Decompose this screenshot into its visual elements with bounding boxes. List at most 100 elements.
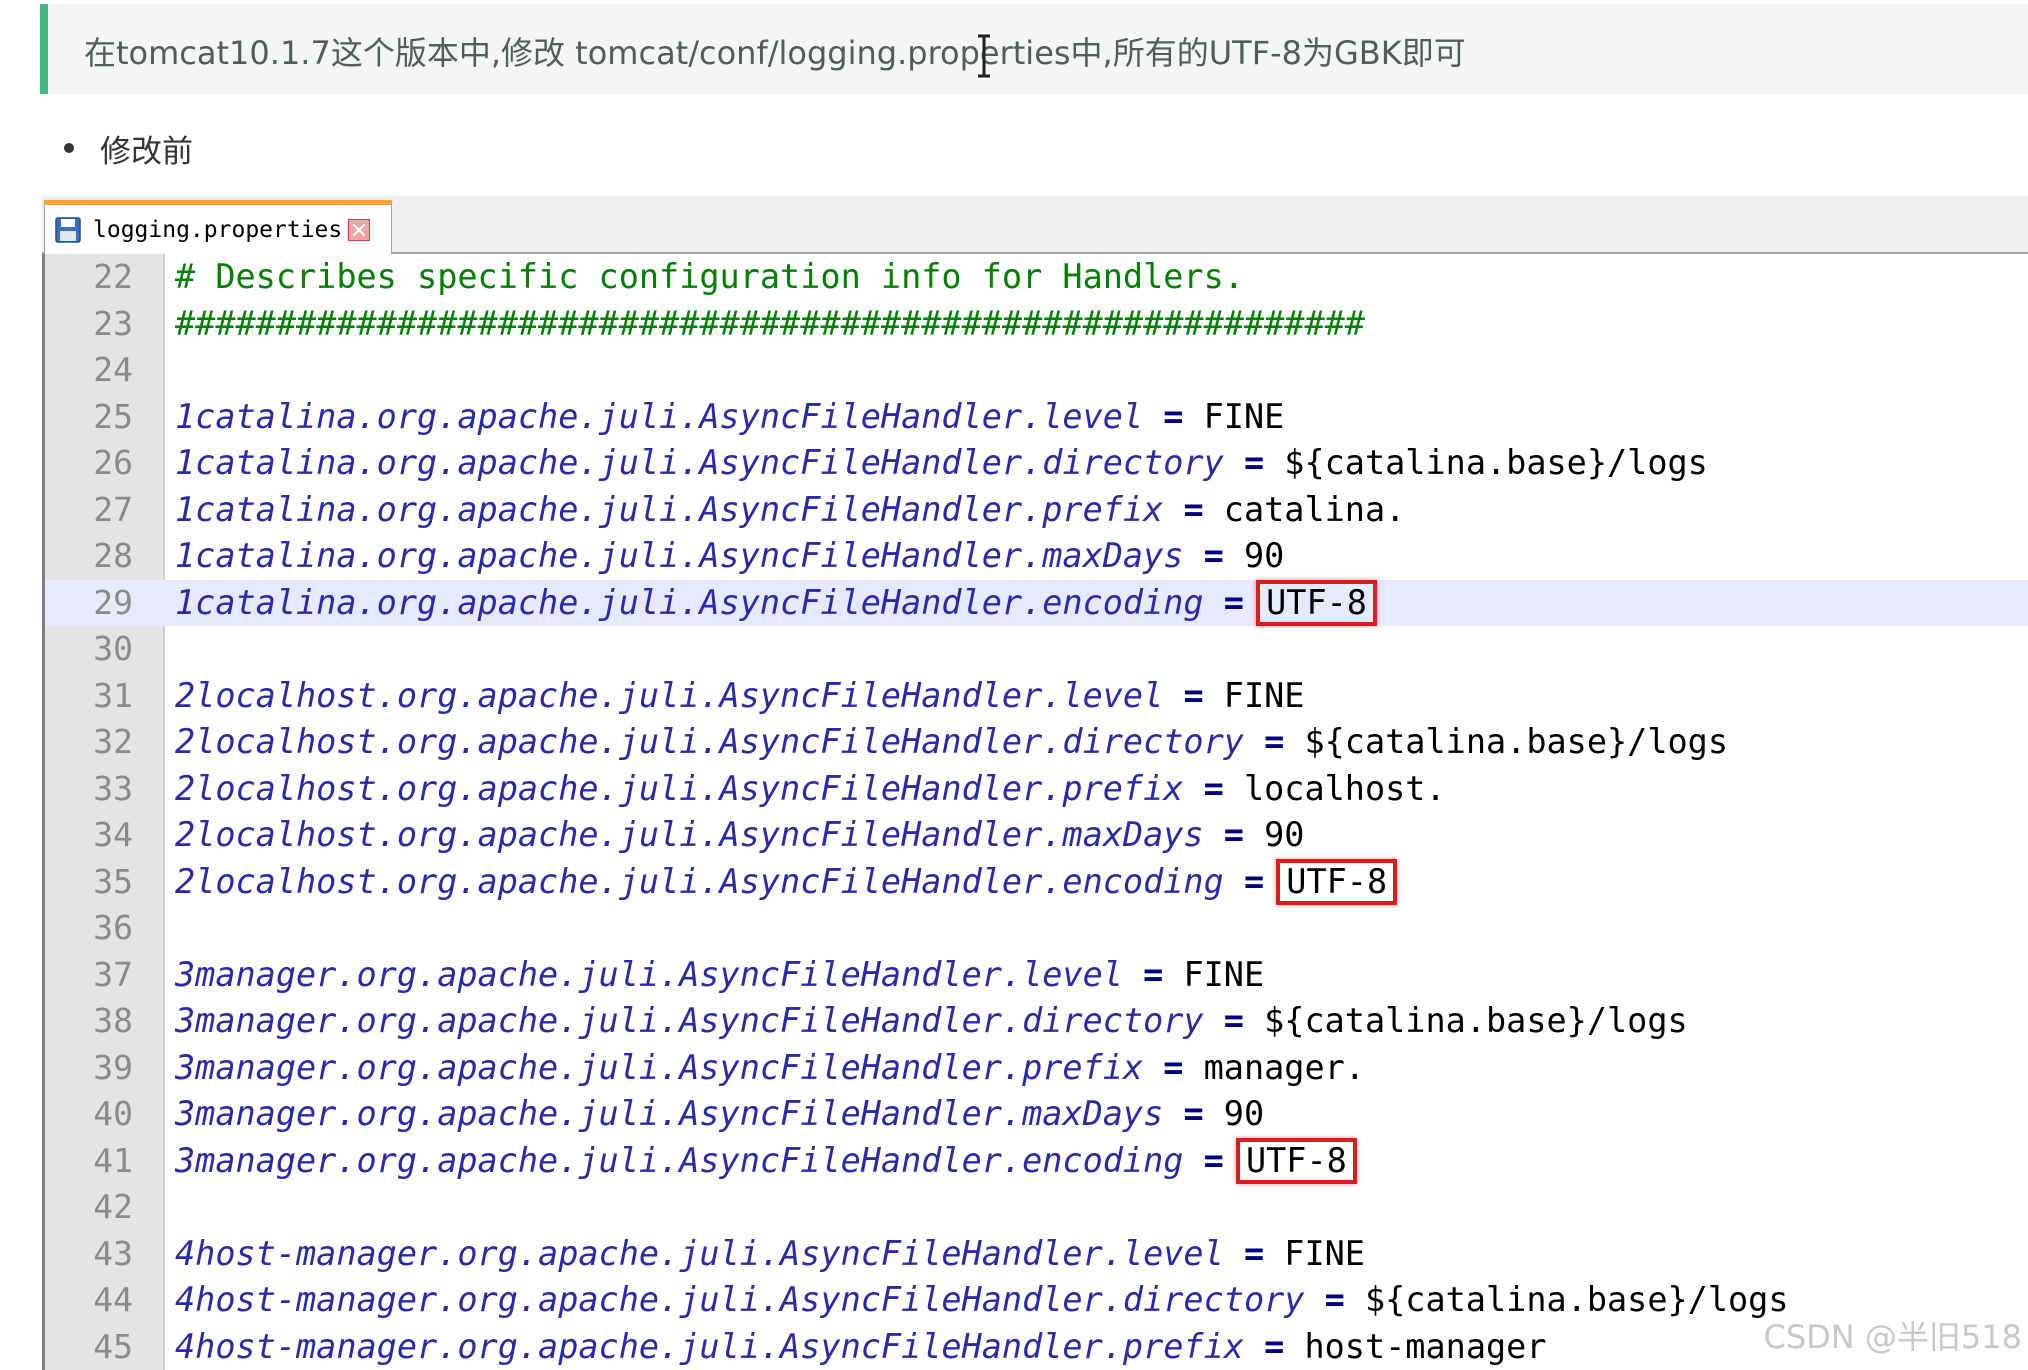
code-line[interactable]: 24 — [45, 347, 2028, 394]
tab-bar: logging.properties — [42, 196, 2028, 254]
equals-operator: = — [1223, 861, 1285, 901]
equals-operator: = — [1203, 1001, 1265, 1040]
property-value: FINE — [1203, 396, 1285, 436]
tip-banner: 在tomcat10.1.7这个版本中,修改 tomcat/conf/loggin… — [40, 4, 2028, 94]
code-line[interactable]: 40 3manager.org.apache.juli.AsyncFileHand… — [45, 1091, 2028, 1138]
code-line[interactable]: 36 — [45, 905, 2028, 952]
line-number: 26 — [93, 443, 133, 482]
code-lines: 22 # Describes specific configuration inf… — [45, 254, 2028, 1370]
property-value: catalina. — [1223, 489, 1406, 529]
bullet-dot-icon — [64, 143, 74, 153]
equals-operator: = — [1143, 1047, 1204, 1087]
property-key: 3manager.org.apache.juli.AsyncFileHandle… — [175, 1047, 1144, 1087]
line-content: 1catalina.org.apache.juli.AsyncFileHandl… — [175, 579, 1377, 627]
code-line[interactable]: 44 4host-manager.org.apache.juli.AsyncFil… — [45, 1277, 2028, 1324]
tip-text: 在tomcat10.1.7这个版本中,修改 tomcat/conf/loggin… — [84, 34, 1466, 72]
equals-operator: = — [1243, 1326, 1305, 1366]
line-number: 32 — [93, 722, 133, 761]
text-cursor-icon — [978, 34, 990, 78]
property-value: host-manager — [1304, 1326, 1547, 1366]
code-line[interactable]: 37 3manager.org.apache.juli.AsyncFileHand… — [45, 952, 2028, 999]
code-line[interactable]: 31 2localhost.org.apache.juli.AsyncFileHa… — [45, 673, 2028, 720]
property-key: 2localhost.org.apache.juli.AsyncFileHand… — [175, 768, 1184, 808]
code-line[interactable]: 45 4host-manager.org.apache.juli.AsyncFil… — [45, 1324, 2028, 1370]
highlighted-encoding-value: UTF-8 — [1256, 579, 1377, 626]
code-line[interactable]: 39 3manager.org.apache.juli.AsyncFileHand… — [45, 1045, 2028, 1092]
line-content: 3manager.org.apache.juli.AsyncFileHandle… — [175, 952, 1264, 999]
equals-operator: = — [1223, 1233, 1285, 1273]
line-number: 28 — [93, 536, 133, 575]
bullet-text: 修改前 — [100, 133, 193, 170]
equals-operator: = — [1304, 1280, 1365, 1319]
property-key: 2localhost.org.apache.juli.AsyncFileHand… — [175, 722, 1244, 761]
code-line[interactable]: 42 — [45, 1184, 2028, 1231]
line-number: 29 — [93, 582, 133, 622]
line-content: 1catalina.org.apache.juli.AsyncFileHandl… — [175, 394, 1284, 441]
equals-operator: = — [1163, 675, 1224, 715]
property-value: 90 — [1243, 536, 1285, 575]
property-value: FINE — [1223, 675, 1305, 715]
line-number: 33 — [93, 768, 133, 808]
line-content: 3manager.org.apache.juli.AsyncFileHandle… — [175, 998, 1688, 1045]
property-key: 3manager.org.apache.juli.AsyncFileHandle… — [175, 1001, 1204, 1040]
close-icon[interactable] — [348, 218, 371, 241]
code-line[interactable]: 30 — [45, 626, 2028, 673]
line-content: 1catalina.org.apache.juli.AsyncFileHandl… — [175, 487, 1405, 534]
line-number: 24 — [93, 350, 133, 389]
line-number: 36 — [93, 908, 133, 947]
code-line[interactable]: 27 1catalina.org.apache.juli.AsyncFileHan… — [45, 487, 2028, 534]
line-content: 4host-manager.org.apache.juli.AsyncFileH… — [175, 1324, 1547, 1370]
line-content: 4host-manager.org.apache.juli.AsyncFileH… — [175, 1277, 1789, 1324]
property-value: localhost. — [1243, 768, 1446, 808]
code-line[interactable]: 43 4host-manager.org.apache.juli.AsyncFil… — [45, 1231, 2028, 1278]
property-value: 90 — [1223, 1094, 1265, 1133]
code-line[interactable]: 23 ######################################… — [45, 301, 2028, 348]
line-number: 31 — [93, 675, 133, 715]
property-key: 4host-manager.org.apache.juli.AsyncFileH… — [175, 1233, 1224, 1273]
property-key: 3manager.org.apache.juli.AsyncFileHandle… — [175, 1140, 1184, 1180]
code-line[interactable]: 38 3manager.org.apache.juli.AsyncFileHand… — [45, 998, 2028, 1045]
line-number: 23 — [93, 303, 133, 343]
code-editor: logging.properties 22 # Describes specifi… — [42, 196, 2028, 1370]
code-line[interactable]: 34 2localhost.org.apache.juli.AsyncFileHa… — [45, 812, 2028, 859]
code-line[interactable]: 26 1catalina.org.apache.juli.AsyncFileHan… — [45, 440, 2028, 487]
line-number: 34 — [93, 815, 133, 854]
line-content: ########################################… — [175, 301, 1365, 348]
code-line[interactable]: 41 3manager.org.apache.juli.AsyncFileHand… — [45, 1137, 2028, 1185]
code-area[interactable]: 22 # Describes specific configuration inf… — [42, 254, 2028, 1370]
highlighted-encoding-value: UTF-8 — [1276, 858, 1398, 905]
property-value: 90 — [1264, 815, 1305, 854]
code-line[interactable]: 33 2localhost.org.apache.juli.AsyncFileHa… — [45, 766, 2028, 813]
line-number: 27 — [93, 489, 133, 529]
equals-operator: = — [1203, 815, 1265, 854]
equals-operator: = — [1183, 1140, 1244, 1180]
property-value: ${catalina.base}/logs — [1284, 443, 1708, 482]
property-key: 2localhost.org.apache.juli.AsyncFileHand… — [175, 861, 1224, 901]
line-number: 22 — [93, 257, 133, 296]
line-number: 43 — [93, 1233, 133, 1273]
property-value: manager. — [1203, 1047, 1365, 1087]
line-content: 2localhost.org.apache.juli.AsyncFileHand… — [175, 812, 1304, 859]
equals-operator: = — [1203, 582, 1265, 622]
line-number: 39 — [93, 1047, 133, 1087]
property-key: 4host-manager.org.apache.juli.AsyncFileH… — [175, 1326, 1244, 1366]
property-key: 2localhost.org.apache.juli.AsyncFileHand… — [175, 675, 1164, 715]
equals-operator: = — [1183, 536, 1244, 575]
code-line[interactable]: 25 1catalina.org.apache.juli.AsyncFileHan… — [45, 394, 2028, 441]
line-content: 3manager.org.apache.juli.AsyncFileHandle… — [175, 1137, 1357, 1185]
code-line[interactable]: 22 # Describes specific configuration inf… — [45, 254, 2028, 301]
code-line[interactable]: 29 1catalina.org.apache.juli.AsyncFileHan… — [45, 579, 2028, 627]
file-tab[interactable]: logging.properties — [44, 200, 392, 254]
code-line[interactable]: 28 1catalina.org.apache.juli.AsyncFileHan… — [45, 533, 2028, 580]
property-key: 3manager.org.apache.juli.AsyncFileHandle… — [175, 954, 1123, 994]
property-key: 1catalina.org.apache.juli.AsyncFileHandl… — [175, 536, 1184, 575]
code-line[interactable]: 32 2localhost.org.apache.juli.AsyncFileHa… — [45, 719, 2028, 766]
property-value: ${catalina.base}/logs — [1304, 722, 1729, 761]
property-value: FINE — [1183, 954, 1265, 994]
equals-operator: = — [1143, 396, 1204, 436]
comment-text: ########################################… — [175, 303, 1365, 343]
code-line[interactable]: 35 2localhost.org.apache.juli.AsyncFileHa… — [45, 858, 2028, 906]
line-number: 25 — [93, 396, 133, 436]
watermark: CSDN @半旧518 — [1763, 1318, 2023, 1356]
line-content: 2localhost.org.apache.juli.AsyncFileHand… — [175, 858, 1398, 906]
